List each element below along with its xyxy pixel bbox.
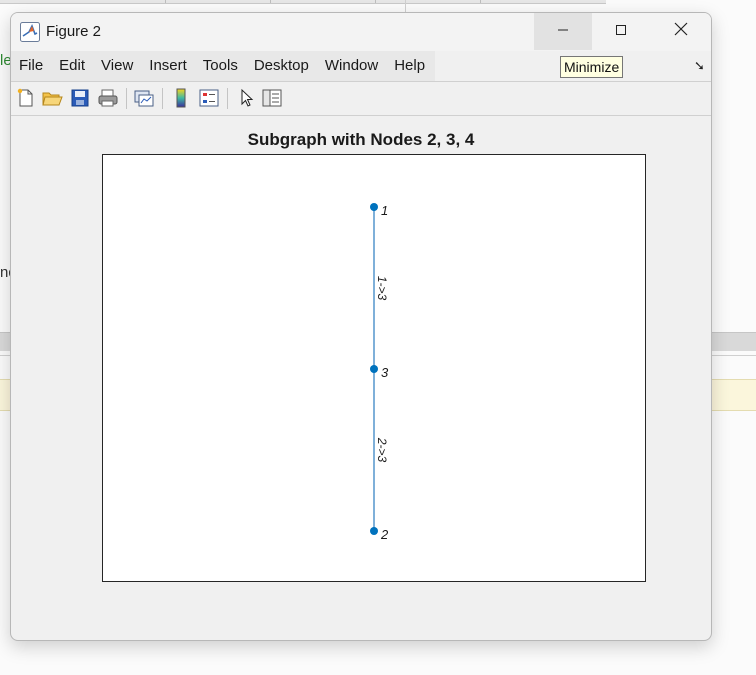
menu-window[interactable]: Window [317, 51, 386, 81]
menu-insert[interactable]: Insert [141, 51, 195, 81]
menu-bar: File Edit View Insert Tools Desktop Wind… [11, 51, 711, 81]
toolbar-separator [227, 88, 228, 109]
close-button[interactable] [652, 13, 710, 50]
toolbar-separator [126, 88, 127, 109]
print-icon[interactable] [96, 87, 120, 109]
menu-view[interactable]: View [93, 51, 141, 81]
menu-tools[interactable]: Tools [195, 51, 246, 81]
title-bar[interactable]: Figure 2 [11, 13, 711, 51]
figure-window: Figure 2 File Edit View Insert Tools Des… [10, 12, 712, 641]
figure-toolbar [11, 81, 711, 116]
graph-canvas: 1->3 2->3 1 3 2 [370, 203, 389, 542]
minimize-tooltip: Minimize [560, 56, 624, 78]
legend-icon[interactable] [197, 87, 221, 109]
property-inspector-icon[interactable] [260, 87, 284, 109]
maximize-button[interactable] [592, 13, 650, 50]
menu-desktop[interactable]: Desktop [246, 51, 317, 81]
matlab-icon [20, 22, 40, 42]
edge-label: 1->3 [375, 276, 389, 301]
colorbar-icon[interactable] [169, 87, 193, 109]
background-tab-strip [0, 0, 606, 4]
new-figure-icon[interactable] [14, 87, 38, 109]
minimize-button[interactable] [534, 13, 592, 50]
menu-file[interactable]: File [11, 51, 51, 81]
dock-figure-icon[interactable]: ➘ [694, 58, 705, 74]
background-text-fragment: nd [0, 264, 10, 281]
maximize-icon [615, 23, 627, 41]
node-label: 2 [380, 527, 389, 542]
node-label: 3 [381, 365, 389, 380]
plot-axes[interactable]: 1->3 2->3 1 3 2 [102, 154, 646, 582]
window-title: Figure 2 [46, 23, 102, 40]
close-icon [674, 22, 688, 41]
toolbar-separator [162, 88, 163, 109]
graph-node [370, 527, 378, 535]
save-icon[interactable] [68, 87, 92, 109]
edit-plot-icon[interactable] [234, 87, 258, 109]
open-file-icon[interactable] [40, 87, 64, 109]
graph-node [370, 203, 378, 211]
node-label: 1 [381, 203, 388, 218]
background-divider [405, 0, 406, 12]
minimize-icon [557, 23, 569, 41]
plot-title: Subgraph with Nodes 2, 3, 4 [247, 130, 475, 149]
edge-label: 2->3 [375, 437, 389, 463]
background-text-fragment: le [0, 52, 10, 69]
menu-edit[interactable]: Edit [51, 51, 93, 81]
link-plot-icon[interactable] [132, 87, 156, 109]
graph-node [370, 365, 378, 373]
menu-help[interactable]: Help [386, 51, 433, 81]
